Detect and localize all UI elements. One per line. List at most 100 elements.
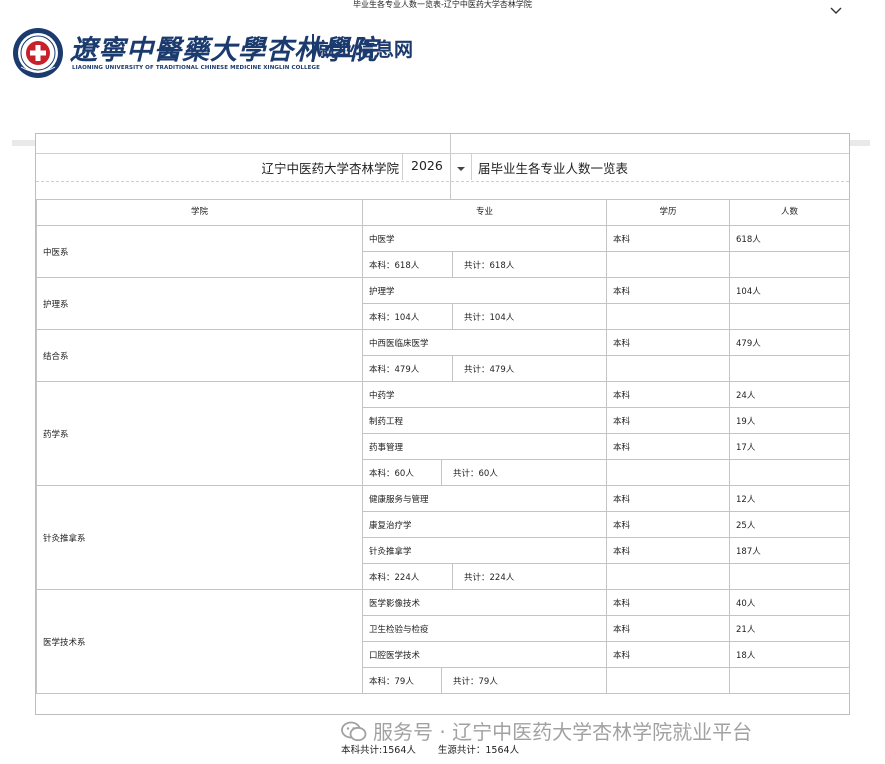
major-name: 中医学: [362, 225, 607, 252]
summary-divider: [441, 668, 442, 693]
department-name: 针灸推拿系: [36, 485, 363, 590]
empty-degree-cell: [606, 563, 730, 590]
page-title: 毕业生各专业人数一览表-辽宁中医药大学杏林学院: [353, 0, 532, 9]
empty-degree-cell: [606, 251, 730, 278]
major-name: 医学影像技术: [362, 589, 607, 616]
summary-divider: [441, 460, 442, 485]
empty-degree-cell: [606, 303, 730, 330]
empty-count-cell: [729, 251, 850, 278]
year-value: 2026: [411, 158, 443, 173]
degree-level: 本科: [606, 407, 730, 434]
major-name: 护理学: [362, 277, 607, 304]
header-rule-dashed: [36, 181, 849, 183]
summary-total: 共计：618人: [464, 261, 515, 271]
site-logo[interactable]: 遼寧中醫藥大學杏林學院 LIAONING UNIVERSITY OF TRADI…: [12, 24, 432, 80]
summary-total: 共计：60人: [453, 469, 498, 479]
degree-level: 本科: [606, 641, 730, 668]
year-select[interactable]: 2026: [402, 154, 472, 180]
major-name: 制药工程: [362, 407, 607, 434]
major-name: 卫生检验与检疫: [362, 615, 607, 642]
empty-degree-cell: [606, 355, 730, 382]
logo-divider: [312, 34, 314, 62]
department-name: 医学技术系: [36, 589, 363, 694]
column-header-college: 学院: [36, 199, 363, 226]
summary-undergrad: 本科：479人: [369, 365, 420, 375]
table-header-row: 学院 专业 学历 人数: [36, 199, 850, 226]
major-name: 针灸推拿学: [362, 537, 607, 564]
table-row: 药学系 中药学 本科 24人: [36, 381, 850, 486]
college-name: 辽宁中医药大学杏林学院: [261, 161, 399, 176]
graduate-count: 18人: [729, 641, 850, 668]
summary-divider: [452, 304, 453, 329]
major-name: 中西医临床医学: [362, 329, 607, 356]
major-name: 健康服务与管理: [362, 485, 607, 512]
degree-level: 本科: [606, 225, 730, 252]
table-row: 医学技术系 医学影像技术 本科 40人: [36, 589, 850, 694]
empty-degree-cell: [606, 667, 730, 694]
graduate-count: 17人: [729, 433, 850, 460]
graduate-count: 12人: [729, 485, 850, 512]
summary-cell: 本科：79人 共计：79人: [362, 667, 607, 694]
summary-divider: [452, 564, 453, 589]
graduate-count: 25人: [729, 511, 850, 538]
chevron-down-icon[interactable]: [828, 5, 844, 17]
department-name: 护理系: [36, 277, 363, 330]
degree-level: 本科: [606, 277, 730, 304]
wechat-watermark: 服务号 · 辽宁中医药大学杏林学院就业平台: [341, 716, 752, 745]
degree-level: 本科: [606, 433, 730, 460]
majors-table: 学院 专业 学历 人数 中医系 中医学 本科 618人 本科：618人 共计：618人 护理…: [36, 199, 850, 694]
summary-total: 共计：104人: [464, 313, 515, 323]
summary-cell: 本科：224人 共计：224人: [362, 563, 607, 590]
college-english-name: LIAONING UNIVERSITY OF TRADITIONAL CHINE…: [72, 65, 320, 71]
graduate-count: 479人: [729, 329, 850, 356]
caret-down-icon: [457, 167, 465, 171]
summary-undergrad: 本科：104人: [369, 313, 420, 323]
summary-undergrad: 本科：224人: [369, 573, 420, 583]
summary-cell: 本科：60人 共计：60人: [362, 459, 607, 486]
summary-cell: 本科：618人 共计：618人: [362, 251, 607, 278]
grand-total: 生源共计：1564人: [437, 745, 520, 756]
statistics-panel: 辽宁中医药大学杏林学院 2026 届毕业生各专业人数一览表 学院 专业 学历 人…: [35, 133, 850, 715]
degree-level: 本科: [606, 537, 730, 564]
summary-total: 共计：479人: [464, 365, 515, 375]
column-header-degree: 学历: [606, 199, 730, 226]
university-emblem: [13, 28, 63, 78]
wechat-logo-icon: [341, 721, 367, 742]
summary-undergrad: 本科：618人: [369, 261, 420, 271]
degree-level: 本科: [606, 381, 730, 408]
graduate-count: 40人: [729, 589, 850, 616]
degree-level: 本科: [606, 329, 730, 356]
degree-level: 本科: [606, 485, 730, 512]
graduate-count: 21人: [729, 615, 850, 642]
column-header-major: 专业: [362, 199, 607, 226]
watermark-text: 服务号 · 辽宁中医药大学杏林学院就业平台: [373, 720, 753, 744]
title-bar: 辽宁中医药大学杏林学院 2026 届毕业生各专业人数一览表: [36, 153, 849, 181]
summary-undergrad: 本科：79人: [369, 677, 414, 687]
summary-divider: [452, 252, 453, 277]
graduate-count: 24人: [729, 381, 850, 408]
table-row: 结合系 中西医临床医学 本科 479人: [36, 329, 850, 382]
graduate-count: 618人: [729, 225, 850, 252]
department-name: 结合系: [36, 329, 363, 382]
major-name: 口腔医学技术: [362, 641, 607, 668]
table-row: 针灸推拿系 健康服务与管理 本科 12人: [36, 485, 850, 590]
graduate-count: 187人: [729, 537, 850, 564]
major-name: 康复治疗学: [362, 511, 607, 538]
table-row: 护理系 护理学 本科 104人: [36, 277, 850, 330]
undergrad-total: 本科共计:1564人: [341, 745, 416, 756]
empty-count-cell: [729, 667, 850, 694]
empty-count-cell: [729, 459, 850, 486]
totals-footer: 本科共计:1564人 生源共计：1564人: [341, 742, 541, 756]
degree-level: 本科: [606, 511, 730, 538]
department-name: 药学系: [36, 381, 363, 486]
degree-level: 本科: [606, 615, 730, 642]
degree-level: 本科: [606, 589, 730, 616]
major-name: 中药学: [362, 381, 607, 408]
table-title: 届毕业生各专业人数一览表: [478, 161, 629, 176]
summary-undergrad: 本科：60人: [369, 469, 414, 479]
empty-count-cell: [729, 563, 850, 590]
empty-count-cell: [729, 303, 850, 330]
summary-divider: [452, 356, 453, 381]
empty-degree-cell: [606, 459, 730, 486]
graduate-count: 104人: [729, 277, 850, 304]
